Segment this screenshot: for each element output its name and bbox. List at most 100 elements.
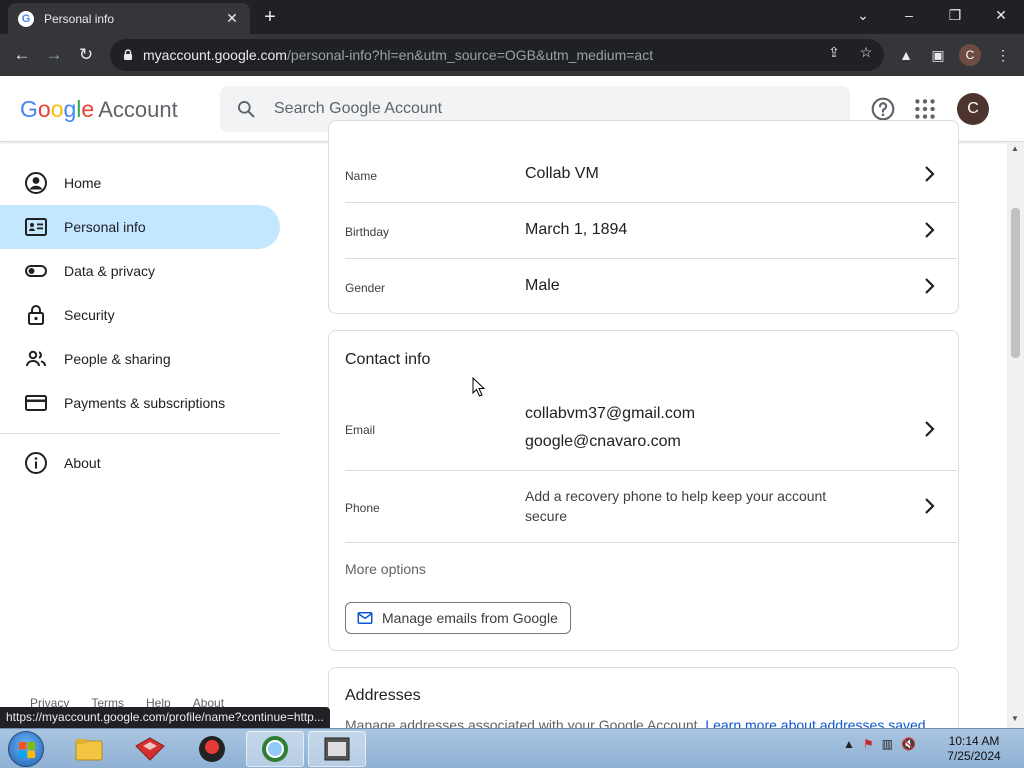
show-hidden-icons-icon[interactable]: ▲	[843, 737, 855, 751]
taskbar-clock[interactable]: 10:14 AM 7/25/2024	[940, 734, 1008, 764]
taskbar-chrome[interactable]	[246, 731, 304, 767]
phone-row[interactable]: Phone Add a recovery phone to help keep …	[345, 471, 957, 543]
google-account-logo[interactable]: Google Account	[20, 96, 178, 123]
logo-letter: G	[20, 96, 38, 122]
restore-button[interactable]: ❐	[940, 4, 970, 26]
birthday-row[interactable]: Birthday March 1, 1894	[345, 203, 957, 259]
windows-logo-icon	[19, 742, 35, 758]
network-icon[interactable]: ▥	[882, 737, 893, 751]
clock-date: 7/25/2024	[947, 749, 1001, 763]
sidebar-item-label: Data & privacy	[64, 263, 156, 279]
search-input[interactable]	[274, 100, 794, 118]
volume-muted-icon[interactable]: 🔇	[901, 737, 916, 751]
chrome-profile-avatar[interactable]: C	[959, 44, 981, 66]
chrome-menu-icon[interactable]: ⋮	[991, 43, 1015, 67]
taskbar-app-red[interactable]	[121, 731, 179, 767]
basic-info-card: Name Collab VM Birthday March 1, 1894 Ge…	[328, 120, 959, 314]
contact-info-card: Contact info Email collabvm37@gmail.com …	[328, 330, 959, 651]
sidebar-item-label: Home	[64, 175, 102, 191]
taskbar-explorer[interactable]	[60, 731, 118, 767]
address-bar[interactable]: myaccount.google.com/personal-info?hl=en…	[110, 39, 884, 71]
chevron-right-icon	[925, 166, 935, 182]
manage-emails-button[interactable]: Manage emails from Google	[345, 602, 571, 634]
chevron-right-icon	[925, 421, 935, 437]
minimize-button[interactable]: –	[894, 4, 924, 26]
logo-account-text: Account	[98, 97, 178, 122]
mouse-cursor-icon	[472, 377, 486, 397]
sidebar-item-personal-info[interactable]: Personal info	[0, 205, 280, 249]
tab-title: Personal info	[44, 11, 115, 26]
gender-row[interactable]: Gender Male	[345, 259, 957, 315]
reload-button[interactable]: ↻	[74, 43, 98, 67]
red-box-app-icon	[135, 737, 165, 761]
tab-search-button[interactable]: ⌄	[848, 4, 878, 26]
sidebar-item-label: People & sharing	[64, 351, 171, 367]
addresses-title: Addresses	[345, 687, 421, 704]
lock-icon[interactable]	[122, 49, 134, 61]
sidebar-item-data-privacy[interactable]: Data & privacy	[0, 249, 280, 293]
sidebar-nav: Home Personal info Data & privacy Securi…	[0, 142, 290, 728]
back-button[interactable]: ←	[10, 43, 34, 67]
new-tab-button[interactable]: +	[258, 6, 282, 30]
birthday-value: March 1, 1894	[525, 221, 628, 238]
apps-grid-icon[interactable]	[912, 96, 938, 122]
share-icon[interactable]: ⇪	[823, 44, 845, 61]
sidebar-item-label: Personal info	[64, 219, 146, 235]
page-scrollbar[interactable]: ▲ ▼	[1007, 142, 1024, 728]
sidebar-item-security[interactable]: Security	[0, 293, 280, 337]
logo-letter: e	[81, 96, 95, 122]
contact-info-title: Contact info	[345, 351, 431, 368]
sidebar-item-payments[interactable]: Payments & subscriptions	[0, 381, 280, 425]
sidebar-item-label: About	[64, 455, 101, 471]
people-icon	[26, 350, 46, 367]
sidebar-item-label: Payments & subscriptions	[64, 395, 226, 411]
scroll-down-arrow-icon[interactable]: ▼	[1011, 714, 1019, 723]
close-window-button[interactable]: ✕	[986, 4, 1016, 26]
lock-icon	[28, 305, 44, 325]
sidebar-item-people-sharing[interactable]: People & sharing	[0, 337, 280, 381]
sidebar-item-about[interactable]: About	[0, 441, 280, 485]
phone-label: Phone	[345, 501, 380, 515]
browser-tab[interactable]: G Personal info ✕	[8, 3, 250, 34]
chevron-right-icon	[925, 498, 935, 514]
close-tab-icon[interactable]: ✕	[224, 10, 240, 27]
email-row[interactable]: Email collabvm37@gmail.com google@cnavar…	[345, 392, 957, 471]
action-center-icon[interactable]: ⚑	[863, 737, 874, 751]
logo-letter: g	[63, 96, 77, 122]
info-icon	[25, 452, 47, 474]
scrollbar-thumb[interactable]	[1011, 208, 1020, 358]
mail-icon	[357, 612, 373, 624]
account-circle-icon	[25, 172, 47, 194]
system-tray: ▲ ⚑ ▥ 🔇	[843, 737, 916, 751]
url-path: /personal-info?hl=en&utm_source=OGB&utm_…	[286, 47, 654, 63]
bookmark-star-icon[interactable]: ☆	[855, 44, 877, 61]
gender-label: Gender	[345, 281, 386, 295]
email-value: collabvm37@gmail.com	[525, 405, 696, 422]
birthday-label: Birthday	[345, 225, 390, 239]
logo-letter: o	[37, 96, 51, 122]
google-favicon-icon: G	[18, 10, 34, 27]
taskbar-app-window[interactable]	[308, 731, 366, 767]
link-status-bubble: https://myaccount.google.com/profile/nam…	[0, 707, 330, 728]
phone-value-line: Add a recovery phone to help keep your a…	[525, 488, 827, 504]
taskbar-app-dark[interactable]	[183, 731, 241, 767]
account-avatar[interactable]: C	[957, 93, 989, 125]
sidebar-item-label: Security	[64, 307, 115, 323]
help-icon[interactable]	[870, 96, 896, 122]
name-value: Collab VM	[525, 165, 599, 182]
scroll-up-arrow-icon[interactable]: ▲	[1011, 144, 1019, 153]
gender-value: Male	[525, 277, 560, 294]
extensions-icon[interactable]: ▲	[894, 43, 918, 67]
id-card-icon	[25, 218, 47, 236]
dark-circle-app-icon	[199, 736, 225, 762]
manage-emails-label: Manage emails from Google	[382, 610, 558, 626]
name-row[interactable]: Name Collab VM	[345, 147, 957, 203]
side-panel-icon[interactable]: ▣	[926, 43, 950, 67]
search-icon[interactable]	[236, 99, 256, 119]
start-button[interactable]	[8, 731, 44, 767]
chevron-right-icon	[925, 278, 935, 294]
browser-tab-strip: G Personal info ✕ + ⌄ – ❐ ✕	[0, 0, 1024, 34]
forward-button[interactable]: →	[42, 43, 66, 67]
sidebar-item-home[interactable]: Home	[0, 161, 280, 205]
app-window-icon	[324, 737, 350, 761]
